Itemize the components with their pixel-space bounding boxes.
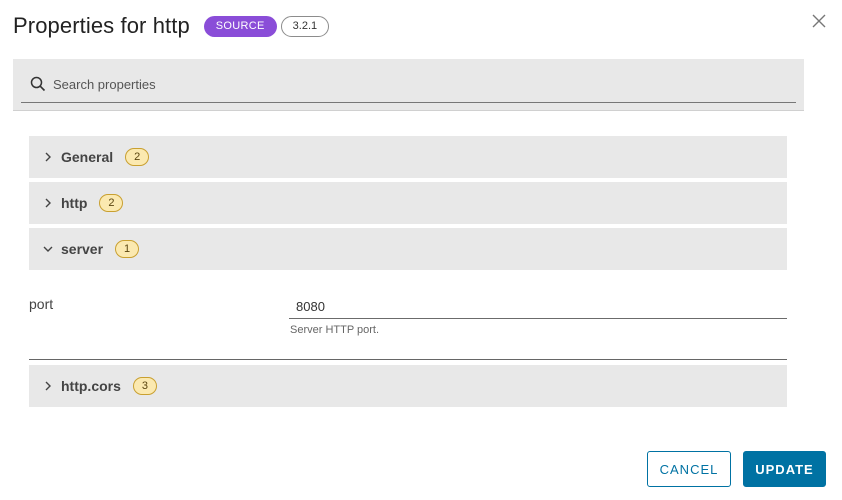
port-input[interactable] bbox=[296, 296, 776, 316]
property-help-port: Server HTTP port. bbox=[290, 324, 380, 336]
close-icon bbox=[812, 14, 826, 28]
group-label: http bbox=[61, 195, 88, 211]
title-app-name: http bbox=[152, 13, 190, 38]
group-count-badge: 2 bbox=[125, 148, 150, 166]
type-badge: SOURCE bbox=[203, 15, 277, 37]
group-count-badge: 2 bbox=[99, 194, 124, 212]
close-button[interactable] bbox=[810, 12, 828, 30]
group-http[interactable]: http 2 bbox=[29, 182, 787, 224]
cancel-button[interactable]: CANCEL bbox=[647, 451, 731, 487]
dialog-header: Properties for http SOURCE 3.2.1 bbox=[13, 10, 330, 42]
group-count-badge: 3 bbox=[132, 377, 157, 395]
group-http-cors[interactable]: http.cors 3 bbox=[29, 365, 787, 407]
chevron-right-icon bbox=[42, 151, 54, 163]
group-count-badge: 1 bbox=[115, 240, 140, 258]
group-label: http.cors bbox=[61, 378, 121, 394]
group-general[interactable]: General 2 bbox=[29, 136, 787, 178]
group-server[interactable]: server 1 bbox=[29, 228, 787, 270]
chevron-down-icon bbox=[42, 243, 54, 255]
property-label-port: port bbox=[29, 296, 54, 312]
section-divider bbox=[29, 359, 787, 360]
chevron-right-icon bbox=[42, 380, 54, 392]
search-input[interactable] bbox=[53, 72, 773, 96]
title-prefix: Properties for bbox=[13, 13, 147, 38]
version-badge: 3.2.1 bbox=[280, 15, 330, 37]
property-field-port bbox=[289, 294, 787, 319]
search-icon bbox=[30, 76, 46, 92]
group-label: server bbox=[61, 241, 104, 257]
search-bar bbox=[13, 59, 804, 111]
update-button[interactable]: UPDATE bbox=[743, 451, 826, 487]
dialog-title: Properties for http bbox=[13, 13, 190, 39]
search-field bbox=[21, 67, 796, 103]
chevron-right-icon bbox=[42, 197, 54, 209]
properties-dialog: Properties for http SOURCE 3.2.1 General… bbox=[0, 0, 842, 500]
group-label: General bbox=[61, 149, 114, 165]
